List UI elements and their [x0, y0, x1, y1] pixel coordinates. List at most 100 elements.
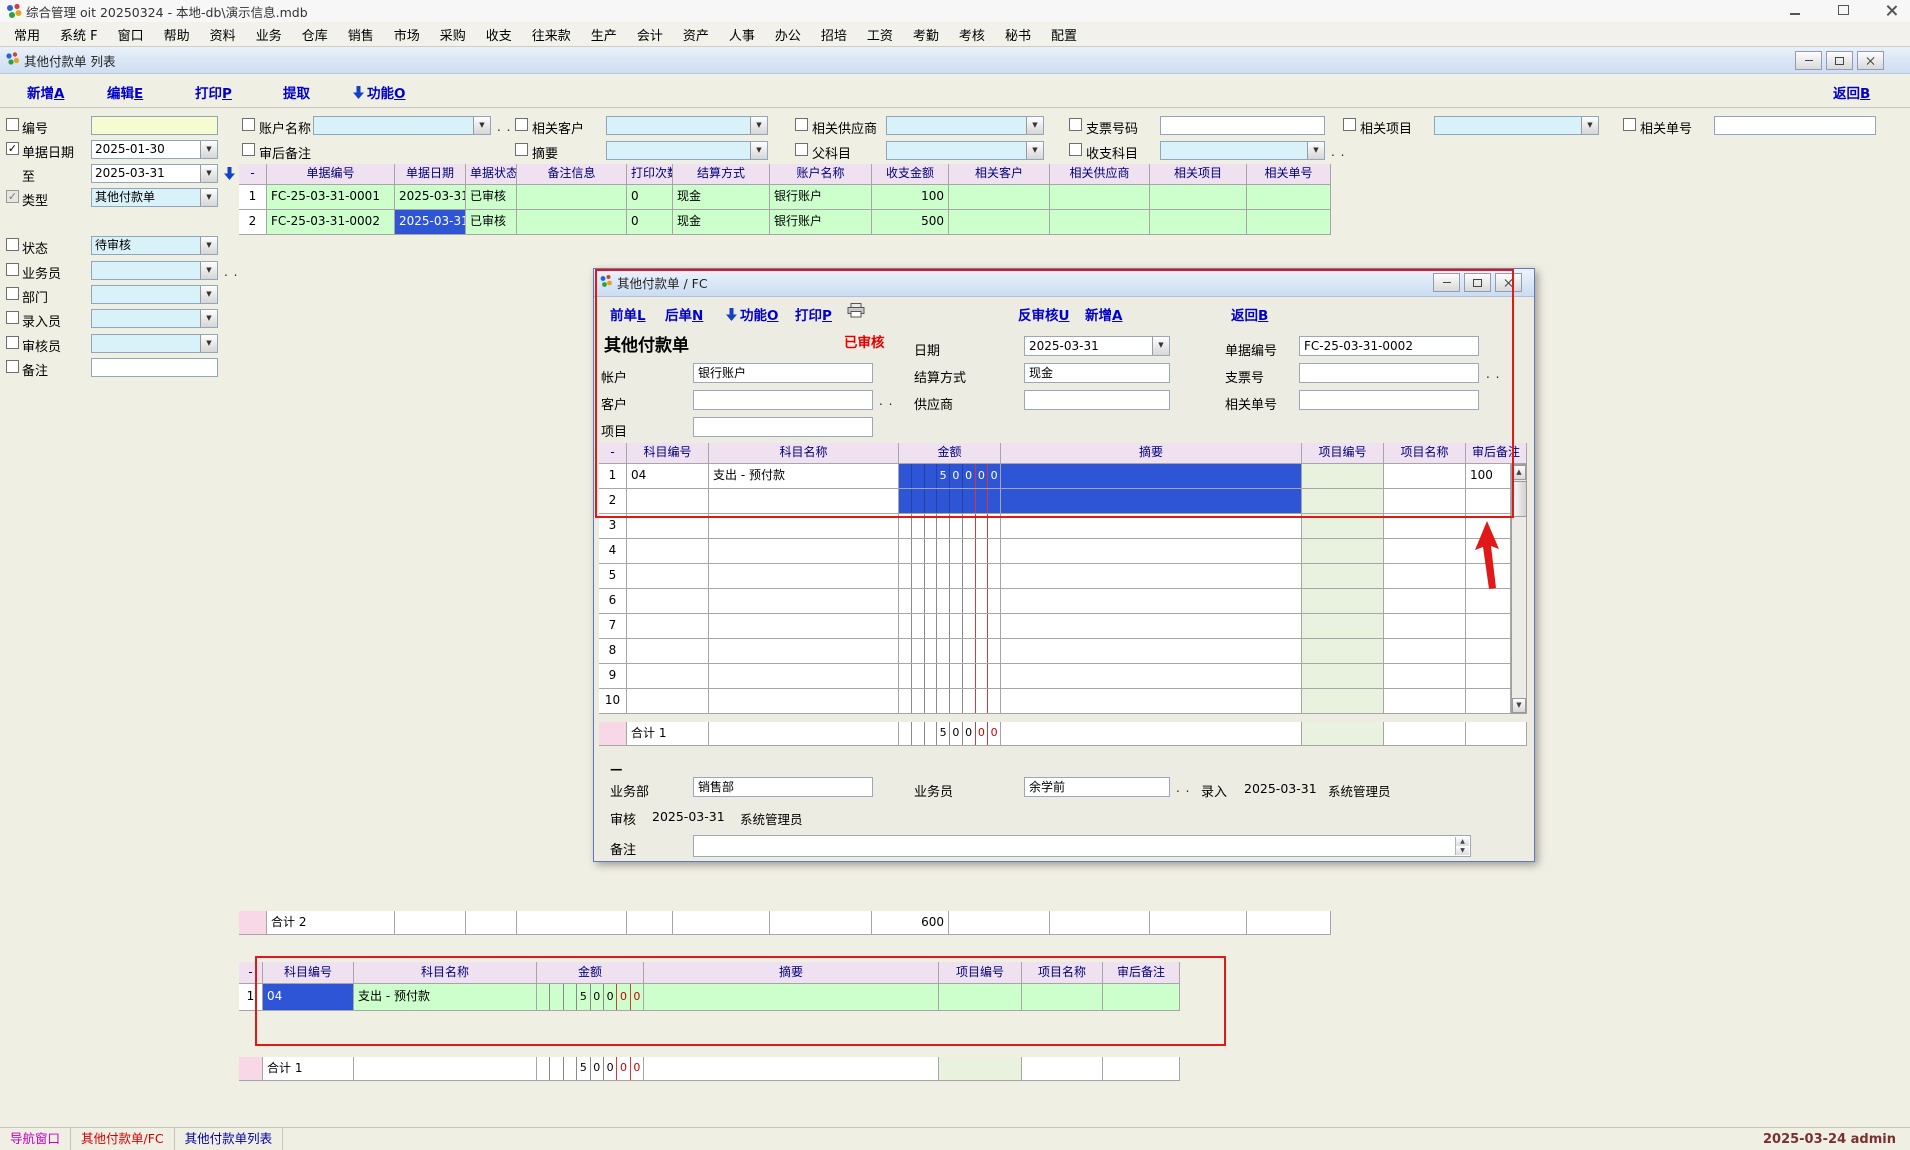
- grid-header-cell[interactable]: 项目编号: [1302, 443, 1384, 464]
- grid-cell[interactable]: [899, 614, 1001, 639]
- grid-cell[interactable]: [899, 689, 1001, 714]
- grid-cell[interactable]: [627, 689, 709, 714]
- filter-input[interactable]: [1160, 116, 1325, 135]
- filter-input[interactable]: ▼: [1160, 141, 1325, 160]
- filter-checkbox[interactable]: [515, 143, 528, 156]
- list-header-cell[interactable]: -: [239, 164, 267, 185]
- grid-cell[interactable]: [709, 539, 899, 564]
- dropdown-button[interactable]: ▼: [1307, 142, 1324, 159]
- agent-input[interactable]: 余学前: [1024, 777, 1170, 797]
- grid-cell[interactable]: [899, 664, 1001, 689]
- filter-checkbox[interactable]: [795, 118, 808, 131]
- grid-cell[interactable]: [899, 564, 1001, 589]
- filter-input[interactable]: [91, 116, 218, 135]
- grid-cell[interactable]: [1302, 614, 1384, 639]
- dropdown-button[interactable]: ▼: [200, 310, 217, 327]
- spin-up-icon[interactable]: ▲: [1456, 837, 1469, 846]
- list-row-cell[interactable]: [949, 210, 1050, 235]
- grid-cell[interactable]: [1466, 564, 1511, 589]
- grid-cell[interactable]: 10: [599, 689, 627, 714]
- filter-input[interactable]: ▼: [91, 309, 218, 328]
- grid-cell[interactable]: [1466, 639, 1511, 664]
- list-row-cell[interactable]: 500: [872, 210, 949, 235]
- list-header-cell[interactable]: 相关单号: [1247, 164, 1331, 185]
- grid-cell[interactable]: [1302, 664, 1384, 689]
- list-row-cell[interactable]: 0: [627, 185, 673, 210]
- grid-cell[interactable]: [1384, 514, 1466, 539]
- grid-cell[interactable]: [1302, 589, 1384, 614]
- list-row-cell[interactable]: 银行账户: [770, 185, 872, 210]
- list-row-cell[interactable]: 现金: [673, 185, 770, 210]
- list-header-cell[interactable]: 相关供应商: [1050, 164, 1150, 185]
- list-header-cell[interactable]: 备注信息: [517, 164, 627, 185]
- grid-cell[interactable]: 1: [599, 464, 627, 489]
- grid-cell[interactable]: 2: [599, 489, 627, 514]
- grid-cell[interactable]: [1001, 539, 1302, 564]
- list-header-cell[interactable]: 单据状态: [466, 164, 517, 185]
- grid-cell[interactable]: [1384, 664, 1466, 689]
- filter-checkbox[interactable]: [6, 238, 19, 251]
- grid-cell[interactable]: [1302, 489, 1384, 514]
- true[interactable]: 项目名称: [1022, 962, 1103, 984]
- grid-header-cell[interactable]: 金额: [899, 443, 1001, 464]
- grid-vertical-scrollbar[interactable]: ▲▼: [1511, 464, 1527, 714]
- list-row-cell[interactable]: 现金: [673, 210, 770, 235]
- lookup-dots[interactable]: . .: [1331, 145, 1345, 159]
- detail-row-cell[interactable]: [644, 984, 939, 1011]
- scroll-up-button[interactable]: ▲: [1512, 465, 1526, 480]
- grid-header-cell[interactable]: 科目名称: [709, 443, 899, 464]
- list-row-cell[interactable]: 2: [239, 210, 267, 235]
- filter-input[interactable]: 2025-01-30▼: [91, 140, 218, 159]
- list-row-cell[interactable]: 2025-03-31: [395, 185, 466, 210]
- grid-cell[interactable]: [709, 664, 899, 689]
- true[interactable]: 审后备注: [1103, 962, 1180, 984]
- grid-cell[interactable]: [1001, 639, 1302, 664]
- grid-cell[interactable]: [709, 489, 899, 514]
- grid-cell[interactable]: [1384, 639, 1466, 664]
- grid-cell[interactable]: [627, 614, 709, 639]
- filter-checkbox[interactable]: ✓: [6, 190, 19, 203]
- list-row-cell[interactable]: 1: [239, 185, 267, 210]
- filter-checkbox[interactable]: [6, 118, 19, 131]
- grid-header-cell[interactable]: 项目名称: [1384, 443, 1466, 464]
- grid-cell[interactable]: [1001, 589, 1302, 614]
- list-row-cell[interactable]: [1050, 210, 1150, 235]
- list-row-cell[interactable]: [1050, 185, 1150, 210]
- detail-row-cell[interactable]: 50000: [537, 984, 644, 1011]
- filter-input[interactable]: ▼: [91, 334, 218, 353]
- grid-cell[interactable]: [709, 564, 899, 589]
- filter-checkbox[interactable]: [6, 287, 19, 300]
- filter-checkbox[interactable]: [6, 360, 19, 373]
- filter-checkbox[interactable]: [1623, 118, 1636, 131]
- list-row-cell[interactable]: [1150, 185, 1247, 210]
- grid-cell[interactable]: [1001, 564, 1302, 589]
- detail-row-cell[interactable]: 支出 - 预付款: [354, 984, 537, 1011]
- grid-cell[interactable]: [1001, 514, 1302, 539]
- filter-input[interactable]: 其他付款单▼: [91, 188, 218, 207]
- true[interactable]: 科目名称: [354, 962, 537, 984]
- grid-cell[interactable]: [627, 514, 709, 539]
- scroll-down-button[interactable]: ▼: [1512, 698, 1526, 713]
- filter-checkbox[interactable]: [1343, 118, 1356, 131]
- grid-cell[interactable]: [1384, 564, 1466, 589]
- dropdown-button[interactable]: ▼: [200, 165, 217, 182]
- dropdown-button[interactable]: ▼: [200, 335, 217, 352]
- grid-cell[interactable]: [709, 589, 899, 614]
- filter-checkbox[interactable]: [6, 336, 19, 349]
- grid-cell[interactable]: 3: [599, 514, 627, 539]
- dropdown-button[interactable]: ▼: [200, 141, 217, 158]
- grid-cell[interactable]: [709, 514, 899, 539]
- detail-row-cell[interactable]: [939, 984, 1022, 1011]
- list-header-cell[interactable]: 账户名称: [770, 164, 872, 185]
- dropdown-button[interactable]: ▼: [200, 189, 217, 206]
- grid-cell[interactable]: [709, 689, 899, 714]
- grid-cell[interactable]: 支出 - 预付款: [709, 464, 899, 489]
- grid-cell[interactable]: [1466, 514, 1511, 539]
- grid-cell[interactable]: [1466, 664, 1511, 689]
- list-header-cell[interactable]: 相关客户: [949, 164, 1050, 185]
- grid-cell[interactable]: [899, 589, 1001, 614]
- filter-input[interactable]: ▼: [886, 116, 1044, 135]
- dropdown-button[interactable]: ▼: [473, 117, 490, 134]
- grid-cell[interactable]: [1466, 589, 1511, 614]
- lookup-dots[interactable]: . .: [224, 265, 238, 279]
